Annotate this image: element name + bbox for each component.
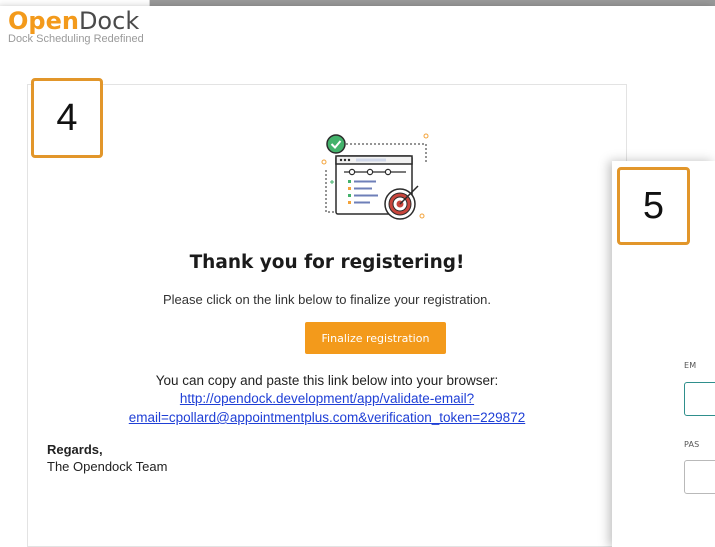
finalize-registration-button[interactable]: Finalize registration (305, 322, 446, 354)
team-signature: The Opendock Team (47, 459, 168, 474)
password-field[interactable] (684, 460, 715, 494)
registration-illustration (321, 133, 429, 220)
brand-name-strong: Open (8, 7, 79, 35)
brand-logo: OpenDock Dock Scheduling Redefined (8, 6, 144, 45)
password-field-label: PAS (684, 440, 700, 449)
checkmark-icon (326, 134, 346, 154)
email-field-label: EM (684, 361, 697, 370)
regards-label: Regards, (47, 442, 103, 457)
brand-name: OpenDock (8, 6, 144, 36)
brand-name-rest: Dock (78, 7, 140, 35)
finalize-instruction: Please click on the link below to finali… (162, 292, 492, 307)
step-4-callout: 4 (31, 78, 103, 158)
validation-link[interactable]: http://opendock.development/app/validate… (27, 390, 627, 408)
copy-link-instruction: You can copy and paste this link below i… (155, 373, 499, 388)
thanks-title: Thank you for registering! (189, 252, 465, 273)
email-field[interactable] (684, 382, 715, 416)
step-5-callout: 5 (617, 167, 690, 245)
validation-link-continued[interactable]: email=cpollard@appointmentplus.com&verif… (27, 409, 627, 427)
brand-tagline: Dock Scheduling Redefined (8, 33, 144, 45)
